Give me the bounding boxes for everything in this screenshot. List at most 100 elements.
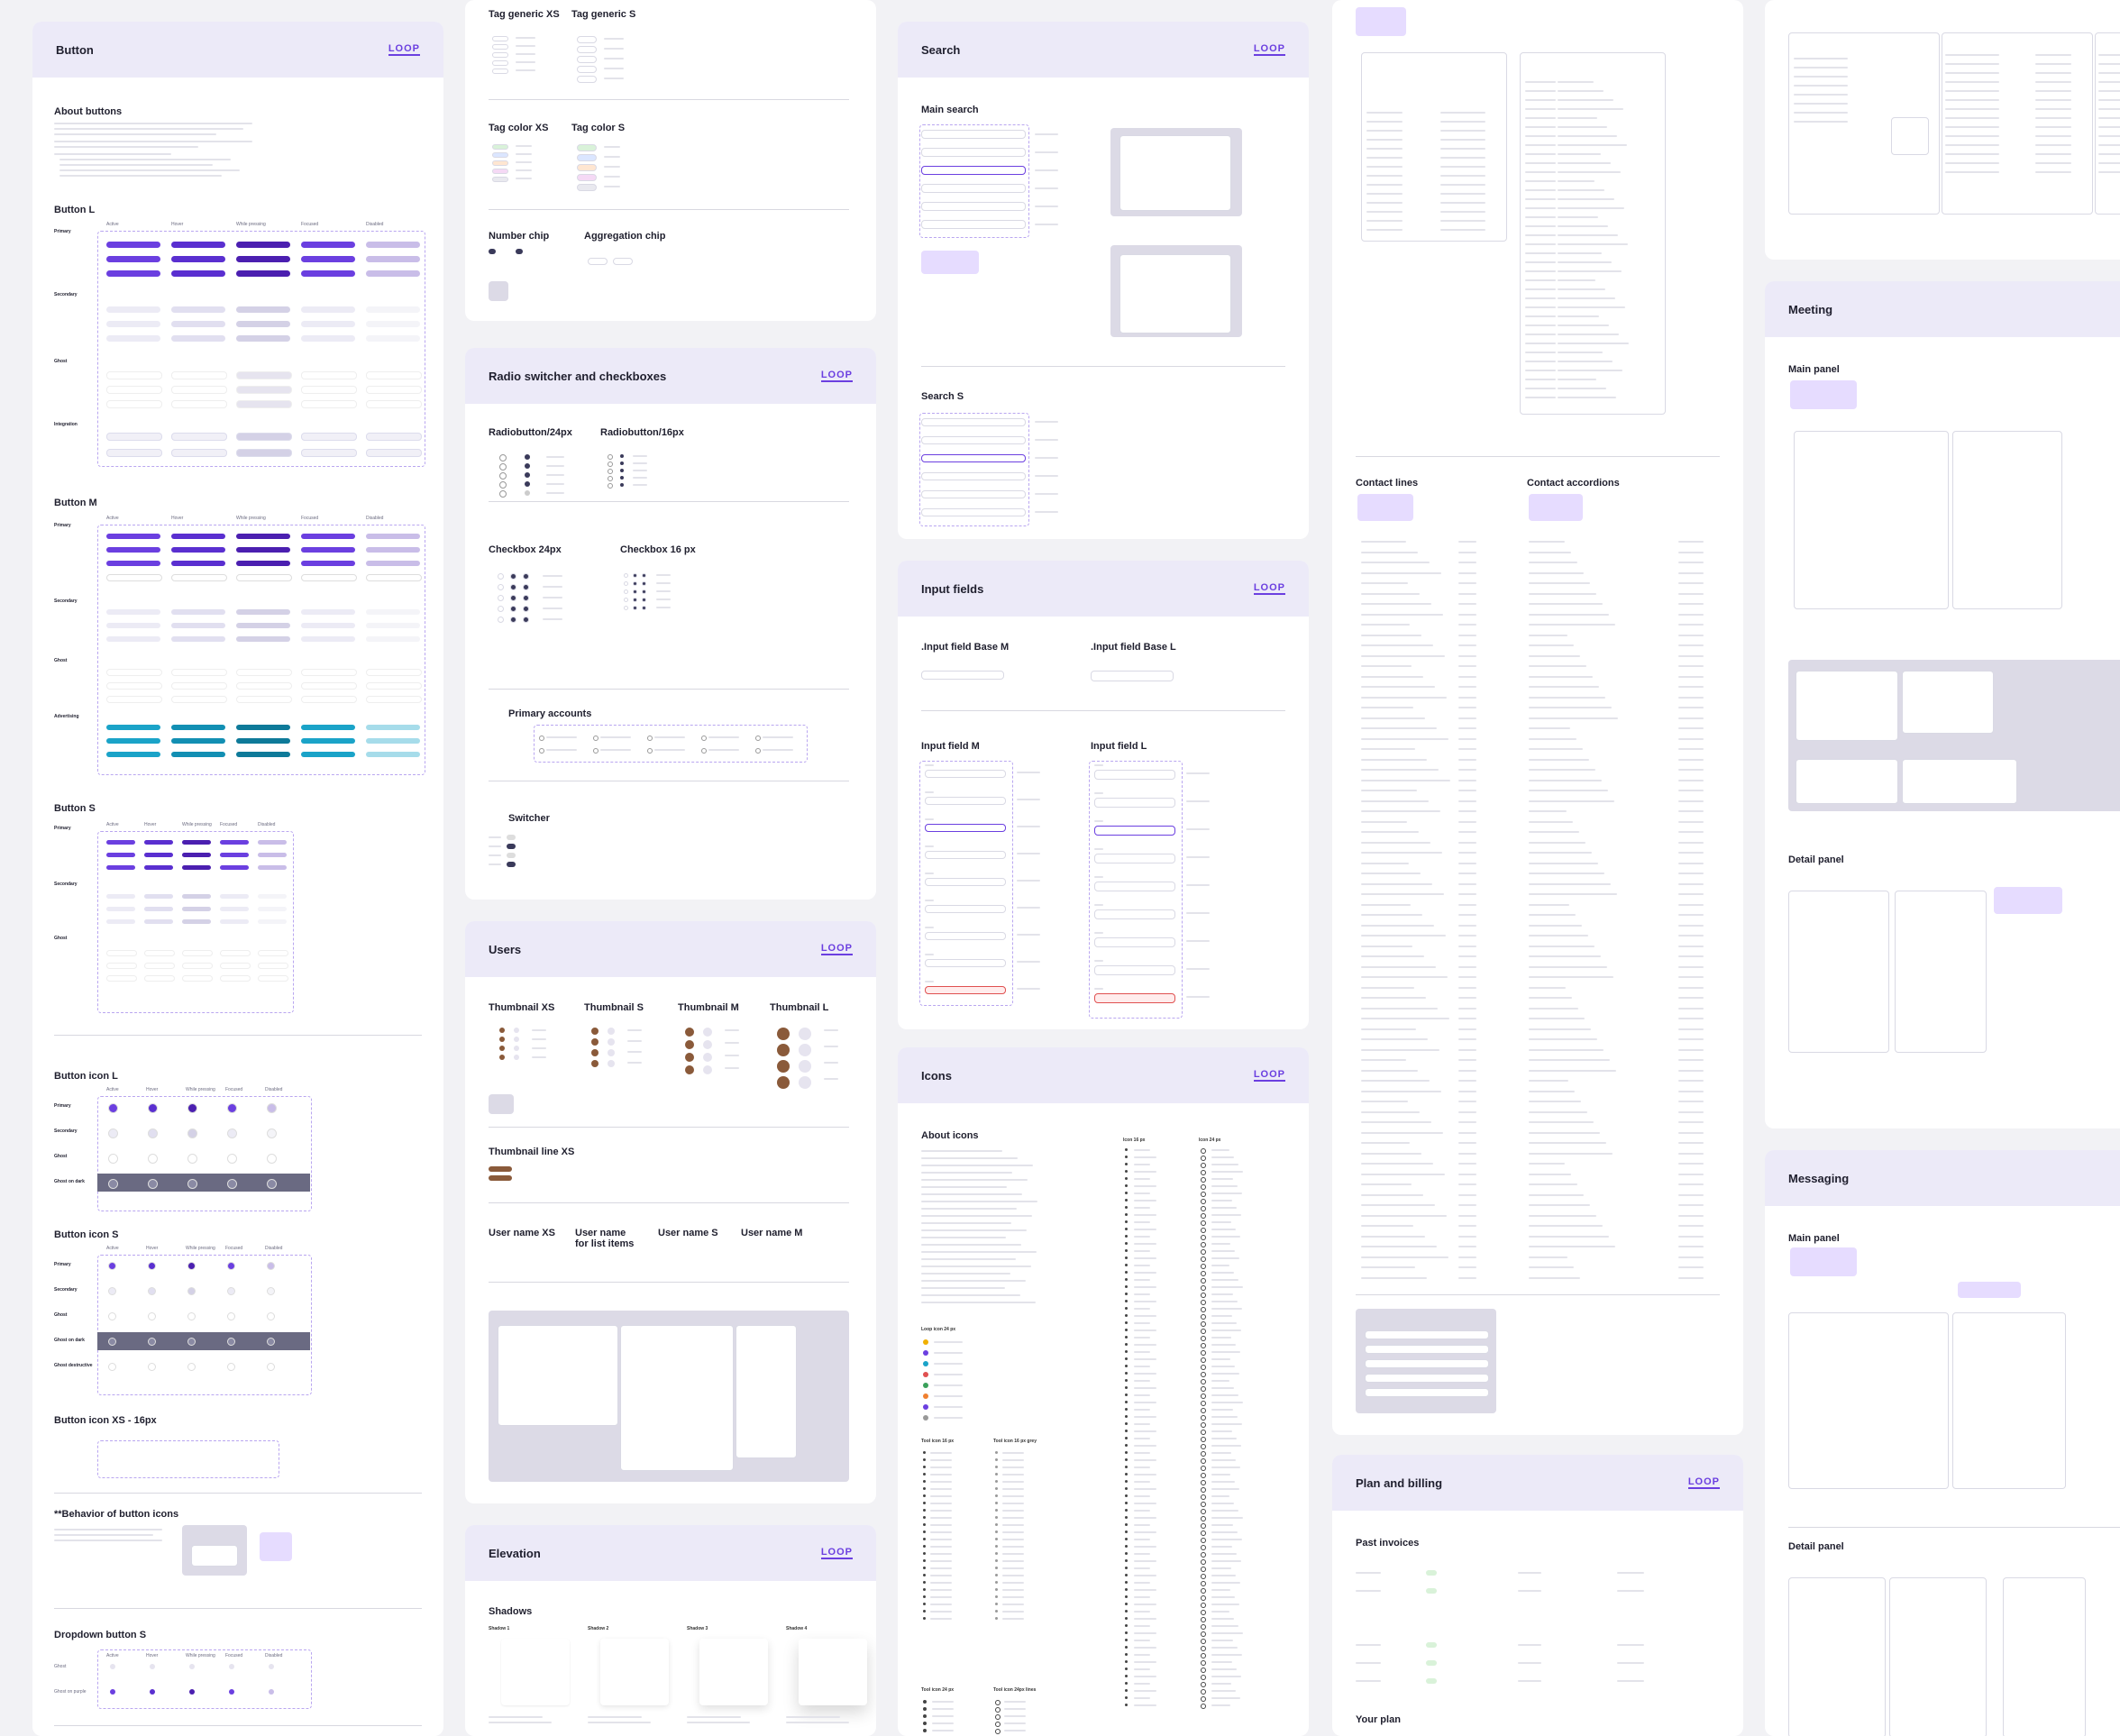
ghost-button[interactable] bbox=[106, 975, 137, 982]
ghost-button[interactable] bbox=[366, 386, 422, 394]
radio-button[interactable] bbox=[499, 472, 507, 480]
ghost-button[interactable] bbox=[171, 386, 227, 394]
secondary-button[interactable] bbox=[366, 306, 420, 313]
secondary-button[interactable] bbox=[236, 306, 290, 313]
input-l[interactable] bbox=[1094, 854, 1175, 863]
advertising-button[interactable] bbox=[236, 725, 290, 730]
secondary-button[interactable] bbox=[106, 335, 160, 342]
integration-button[interactable] bbox=[171, 433, 227, 441]
checkbox-small[interactable] bbox=[624, 598, 628, 602]
ghost-button[interactable] bbox=[171, 400, 227, 408]
radio-button[interactable] bbox=[525, 490, 530, 496]
checkbox-small[interactable] bbox=[642, 598, 646, 602]
ghost-button[interactable] bbox=[366, 682, 422, 690]
secondary-button[interactable] bbox=[220, 894, 249, 899]
icon-button[interactable] bbox=[148, 1154, 158, 1164]
icon-button[interactable] bbox=[108, 1262, 116, 1270]
primary-button[interactable] bbox=[182, 853, 211, 857]
secondary-button[interactable] bbox=[366, 623, 420, 628]
input-m[interactable] bbox=[925, 878, 1006, 886]
checkbox-small[interactable] bbox=[624, 606, 628, 610]
icon-button[interactable] bbox=[267, 1103, 277, 1113]
primary-button[interactable] bbox=[106, 574, 162, 581]
primary-button[interactable] bbox=[106, 534, 160, 539]
ghost-button[interactable] bbox=[182, 950, 213, 956]
secondary-button[interactable] bbox=[106, 609, 160, 615]
secondary-button[interactable] bbox=[106, 306, 160, 313]
icon-button[interactable] bbox=[148, 1312, 156, 1320]
input-l[interactable] bbox=[1094, 770, 1175, 780]
ghost-button[interactable] bbox=[106, 950, 137, 956]
ghost-button[interactable] bbox=[106, 371, 162, 379]
radio-button[interactable] bbox=[608, 469, 613, 474]
dropdown-button[interactable] bbox=[110, 1664, 115, 1669]
icon-button[interactable] bbox=[148, 1262, 156, 1270]
checkbox[interactable] bbox=[498, 617, 504, 623]
icon-button[interactable] bbox=[108, 1338, 116, 1346]
ghost-button[interactable] bbox=[366, 400, 422, 408]
primary-button[interactable] bbox=[301, 270, 355, 277]
icon-button[interactable] bbox=[267, 1128, 277, 1138]
icon-button[interactable] bbox=[187, 1312, 196, 1320]
primary-button[interactable] bbox=[301, 574, 357, 581]
advertising-button[interactable] bbox=[301, 725, 355, 730]
checkbox[interactable] bbox=[510, 606, 516, 612]
secondary-button[interactable] bbox=[301, 623, 355, 628]
ghost-button[interactable] bbox=[301, 682, 357, 690]
input-l[interactable] bbox=[1094, 937, 1175, 947]
checkbox[interactable] bbox=[498, 573, 504, 580]
primary-button[interactable] bbox=[182, 865, 211, 870]
primary-button[interactable] bbox=[106, 840, 135, 845]
primary-button[interactable] bbox=[301, 561, 355, 566]
radio-button[interactable] bbox=[608, 476, 613, 481]
secondary-button[interactable] bbox=[144, 894, 173, 899]
primary-button[interactable] bbox=[366, 534, 420, 539]
advertising-button[interactable] bbox=[106, 738, 160, 744]
primary-button[interactable] bbox=[220, 865, 249, 870]
primary-button[interactable] bbox=[236, 242, 290, 248]
ghost-button[interactable] bbox=[258, 963, 288, 969]
ghost-button[interactable] bbox=[301, 400, 357, 408]
account-radio[interactable] bbox=[755, 748, 761, 754]
checkbox-small[interactable] bbox=[633, 598, 637, 602]
advertising-button[interactable] bbox=[171, 725, 225, 730]
secondary-button[interactable] bbox=[220, 919, 249, 924]
icon-button[interactable] bbox=[187, 1103, 197, 1113]
primary-button[interactable] bbox=[144, 865, 173, 870]
checkbox[interactable] bbox=[498, 606, 504, 612]
primary-button[interactable] bbox=[366, 256, 420, 262]
checkbox[interactable] bbox=[510, 595, 516, 601]
secondary-button[interactable] bbox=[171, 335, 225, 342]
radio-button[interactable] bbox=[620, 454, 624, 458]
radio-button[interactable] bbox=[620, 461, 624, 465]
icon-button[interactable] bbox=[108, 1179, 118, 1189]
secondary-button[interactable] bbox=[182, 919, 211, 924]
dropdown-button[interactable] bbox=[189, 1664, 195, 1669]
input-m[interactable] bbox=[925, 770, 1006, 778]
ghost-button[interactable] bbox=[106, 669, 162, 676]
primary-button[interactable] bbox=[236, 547, 290, 553]
checkbox[interactable] bbox=[523, 617, 529, 623]
checkbox-small[interactable] bbox=[642, 589, 646, 594]
input-m[interactable] bbox=[925, 824, 1006, 832]
advertising-button[interactable] bbox=[366, 738, 420, 744]
icon-button[interactable] bbox=[227, 1262, 235, 1270]
ghost-button[interactable] bbox=[171, 682, 227, 690]
account-radio[interactable] bbox=[755, 736, 761, 741]
radio-button[interactable] bbox=[525, 481, 530, 487]
primary-button[interactable] bbox=[106, 256, 160, 262]
ghost-button[interactable] bbox=[106, 696, 162, 703]
icon-button[interactable] bbox=[187, 1154, 197, 1164]
integration-button[interactable] bbox=[236, 449, 292, 457]
icon-button[interactable] bbox=[227, 1179, 237, 1189]
advertising-button[interactable] bbox=[366, 725, 420, 730]
icon-button[interactable] bbox=[187, 1262, 196, 1270]
ghost-button[interactable] bbox=[366, 371, 422, 379]
account-radio[interactable] bbox=[701, 736, 707, 741]
secondary-button[interactable] bbox=[258, 907, 287, 911]
advertising-button[interactable] bbox=[171, 738, 225, 744]
input-m[interactable] bbox=[925, 851, 1006, 859]
switch-toggle[interactable] bbox=[507, 835, 516, 840]
checkbox[interactable] bbox=[510, 617, 516, 623]
secondary-button[interactable] bbox=[106, 623, 160, 628]
